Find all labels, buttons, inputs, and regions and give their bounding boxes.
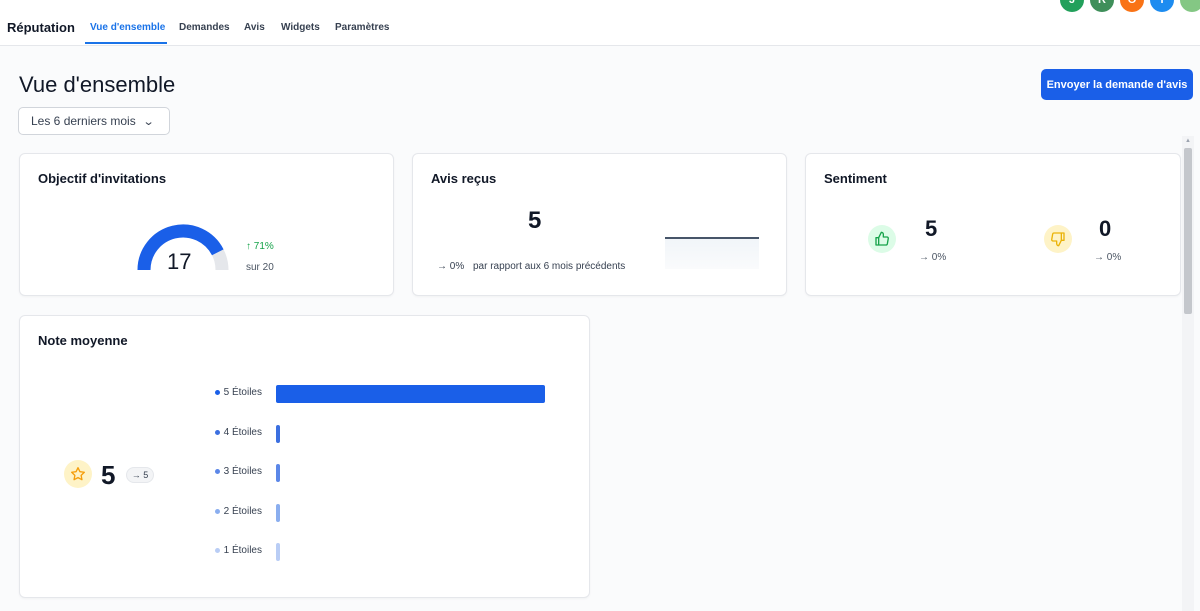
rating-badge: → 5 — [126, 467, 154, 483]
rating-bar — [276, 464, 280, 482]
negative-sentiment-delta: → 0% — [1094, 252, 1122, 263]
positive-sentiment-delta: → 0% — [919, 252, 947, 263]
rating-bar-label: 2 Étoiles — [214, 505, 262, 517]
rating-bar — [276, 385, 545, 403]
legend-dot — [214, 469, 220, 474]
reviews-value: 5 — [528, 207, 542, 234]
avatar[interactable]: O — [1120, 0, 1144, 12]
period-dropdown[interactable]: Les 6 derniers mois ⌄ — [18, 107, 170, 135]
rating-value: 5 — [101, 460, 116, 490]
avatar[interactable]: J — [1060, 0, 1084, 12]
user-avatars: JROI — [1060, 0, 1200, 12]
rating-category: 2 Étoiles — [223, 505, 262, 517]
reviews-comparison: par rapport aux 6 mois précédents — [473, 261, 626, 272]
app-title: Réputation — [7, 20, 75, 35]
rating-bar — [276, 543, 280, 561]
invitations-goal: sur 20 — [246, 262, 274, 273]
rating-category: 4 Étoiles — [223, 426, 262, 438]
tab-requests[interactable]: Demandes — [179, 22, 230, 33]
avatar[interactable]: R — [1090, 0, 1114, 12]
rating-title: Note moyenne — [38, 333, 128, 348]
negative-sentiment-value: 0 — [1099, 216, 1112, 241]
positive-sentiment-value: 5 — [925, 216, 938, 241]
rating-bar-label: 3 Étoiles — [214, 466, 262, 477]
rating-bar — [276, 503, 280, 522]
rating-bar-label: 5 Étoiles — [214, 387, 262, 398]
rating-category: 5 Étoiles — [223, 387, 262, 398]
tab-widgets[interactable]: Widgets — [281, 22, 320, 33]
legend-dot — [214, 548, 220, 553]
rating-bar-label: 4 Étoiles — [214, 426, 262, 438]
scrollbar-thumb[interactable] — [1184, 148, 1192, 314]
chevron-down-icon: ⌄ — [142, 115, 155, 128]
invitations-delta: ↑ 71% — [246, 241, 274, 252]
legend-dot — [214, 508, 220, 514]
legend-dot — [214, 429, 220, 435]
rating-bar-label: 1 Étoiles — [214, 545, 262, 556]
rating-bar — [276, 424, 280, 443]
reviews-title: Avis reçus — [431, 171, 497, 186]
thumbs-down-icon — [1044, 225, 1072, 253]
tab-overview[interactable]: Vue d'ensemble — [90, 22, 165, 33]
sentiment-title: Sentiment — [824, 171, 887, 186]
avatar[interactable] — [1180, 0, 1200, 12]
period-label: Les 6 derniers mois — [31, 114, 136, 128]
star-icon — [64, 460, 92, 488]
scroll-up-arrow-icon[interactable]: ▲ — [1185, 138, 1191, 144]
active-tab-indicator — [85, 42, 167, 44]
reviews-received-card: Avis reçus 5 → 0% par rapport aux 6 mois… — [412, 153, 787, 296]
page-title: Vue d'ensemble — [19, 72, 176, 97]
thumbs-up-icon — [868, 225, 896, 253]
legend-dot — [214, 390, 220, 395]
tab-settings[interactable]: Paramètres — [335, 22, 389, 33]
top-nav: Réputation Vue d'ensemble Demandes Avis … — [0, 0, 1200, 46]
tab-reviews[interactable]: Avis — [244, 22, 265, 33]
invitations-title: Objectif d'invitations — [38, 171, 167, 186]
invitations-card: Objectif d'invitations 17 ↑ 71% sur 20 — [19, 153, 394, 296]
average-rating-card: Note moyenne 5 → 5 5 Étoiles 4 Étoiles 3 É… — [19, 315, 590, 598]
avatar[interactable]: I — [1150, 0, 1174, 12]
rating-category: 3 Étoiles — [223, 466, 262, 477]
rating-category: 1 Étoiles — [223, 545, 262, 556]
send-review-request-button[interactable]: Envoyer la demande d'avis — [1041, 69, 1193, 100]
reviews-delta: → 0% — [437, 261, 465, 272]
reviews-sparkline — [665, 237, 759, 269]
sentiment-card: Sentiment 5 → 0% 0 → 0% — [805, 153, 1181, 296]
invitations-value: 17 — [167, 249, 192, 274]
